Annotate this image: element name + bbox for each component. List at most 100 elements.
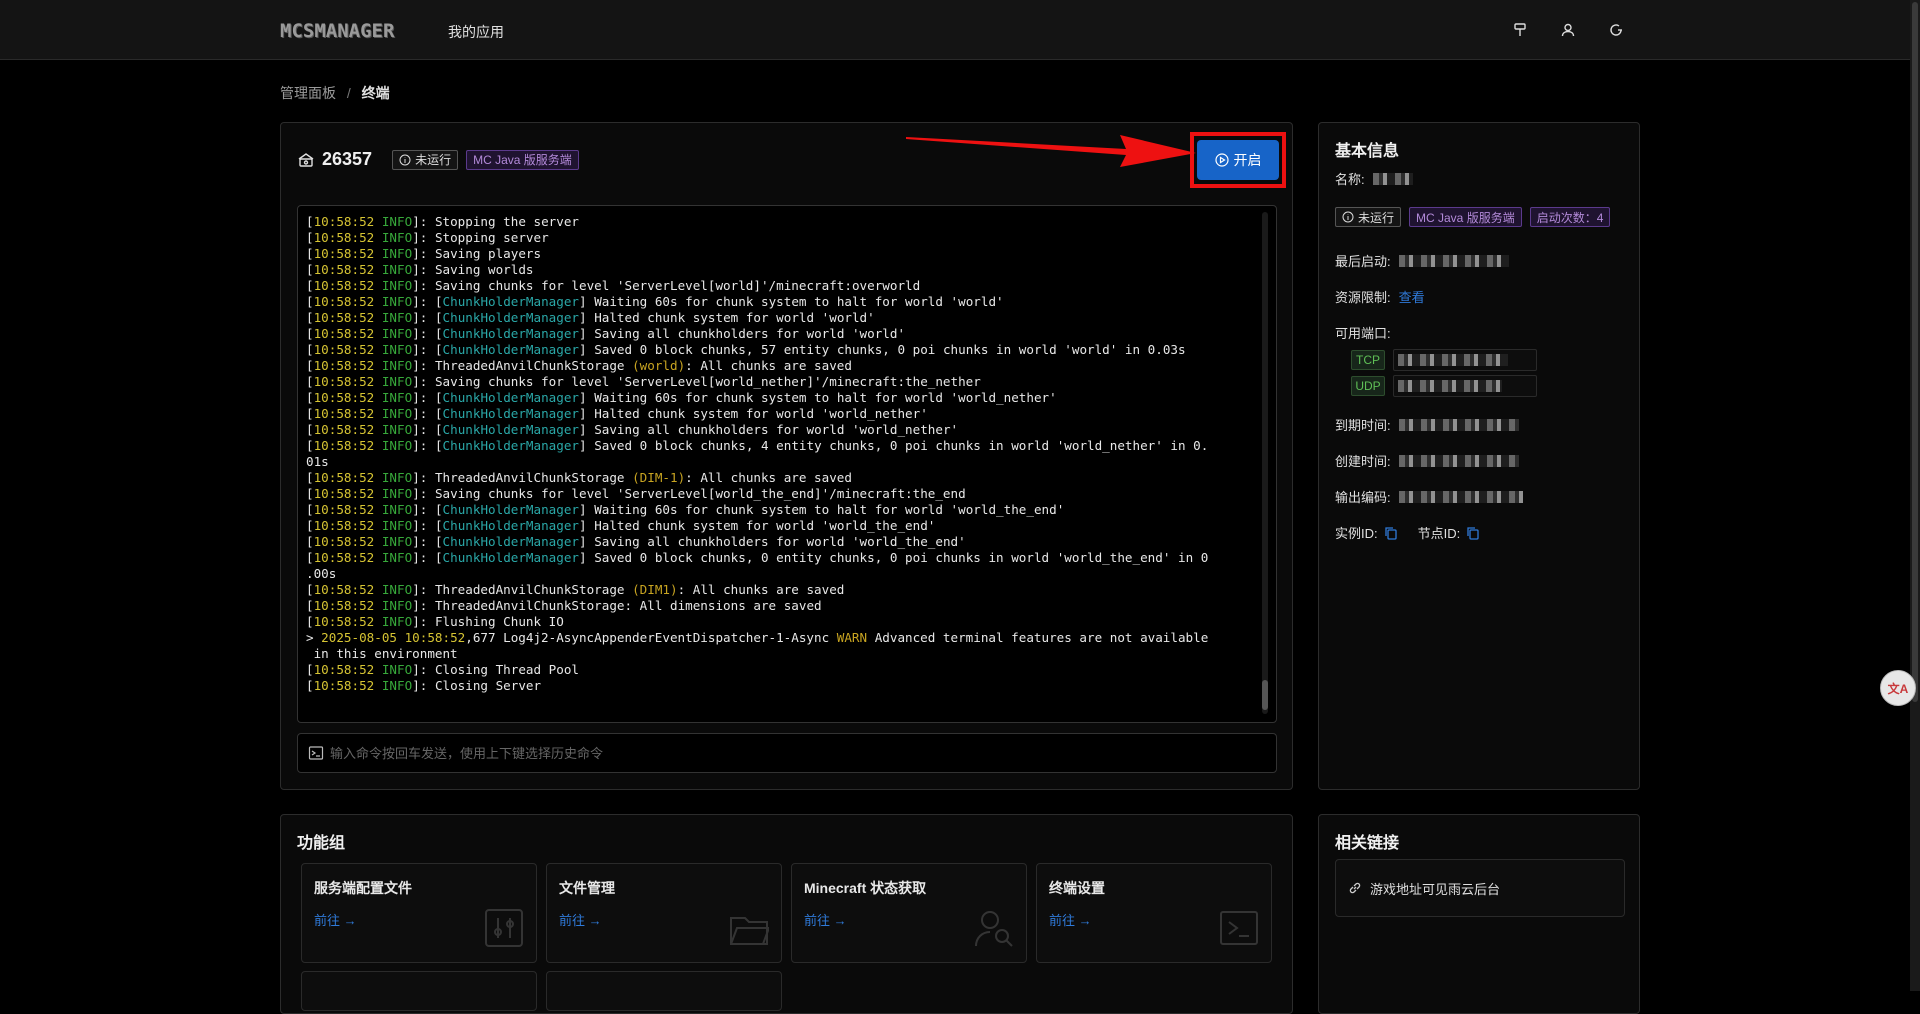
function-item-go-link[interactable]: 前往 → [1049,910,1092,929]
instance-header: 26357 未运行 MC Java 版服务端 [297,149,587,170]
log-time: 10:58:52 [313,662,375,677]
console-lines: [10:58:52 INFO]: Stopping the server [10:… [306,214,1256,694]
function-item-row2[interactable] [301,971,537,1011]
log-time: 10:58:52 [313,422,375,437]
log-tag: ChunkHolderManager [442,310,580,325]
console-line: [10:58:52 INFO]: [ChunkHolderManager] Sa… [306,342,1186,357]
console-output[interactable]: [10:58:52 INFO]: Stopping the server [10:… [297,205,1277,723]
console-line: [10:58:52 INFO]: [ChunkHolderManager] Sa… [306,534,966,549]
tcp-port-value[interactable] [1393,349,1537,371]
function-item-title: 文件管理 [559,880,615,896]
related-link-item[interactable]: 游戏地址可见雨云后台 [1335,859,1625,917]
copy-icon[interactable] [1384,526,1398,540]
console-scroll-thumb[interactable] [1262,680,1268,710]
related-links-card: 相关链接 游戏地址可见雨云后台 [1318,814,1640,1014]
log-time: 10:58:52 [313,598,375,613]
console-line: [10:58:52 INFO]: Saving worlds [306,262,534,277]
udp-port-value[interactable] [1393,375,1537,397]
log-time: 10:58:52 [313,486,375,501]
log-level: INFO [374,502,413,517]
console-line: [10:58:52 INFO]: [ChunkHolderManager] Sa… [306,326,906,341]
redacted-encoding [1398,490,1523,503]
log-level: INFO [374,374,413,389]
log-level: INFO [374,582,413,597]
log-tag: ChunkHolderManager [442,294,580,309]
resource-view-link[interactable]: 查看 [1399,287,1425,306]
log-level: INFO [374,246,413,261]
log-level: INFO [374,230,413,245]
console-line-continuation: in this environment [306,646,458,661]
log-time: 10:58:52 [313,406,375,421]
command-input[interactable] [330,745,1276,761]
log-time: 10:58:52 [313,310,375,325]
tags-row: 未运行 MC Java 版服务端 启动次数：4 [1335,207,1618,227]
console-line: [10:58:52 INFO]: Closing Thread Pool [306,662,579,677]
related-links-title: 相关链接 [1335,835,1400,852]
console-line: [10:58:52 INFO]: [ChunkHolderManager] Sa… [306,422,959,437]
console-line: [10:58:52 INFO]: Saving chunks for level… [306,486,966,501]
red-arrow-annotation [906,135,1196,167]
log-dimension: (world) [632,358,686,373]
log-tag: ChunkHolderManager [442,534,580,549]
udp-tag: UDP [1351,376,1385,396]
log-dimension: (DIM1) [632,582,678,597]
log-level: WARN [836,630,868,645]
console-scrollbar[interactable] [1262,212,1268,714]
breadcrumb-root[interactable]: 管理面板 [280,85,336,101]
function-item-terminal-settings[interactable]: 终端设置 前往 → [1036,863,1272,963]
log-time: 10:58:52 [313,342,375,357]
log-level: INFO [374,406,413,421]
translate-float-button[interactable]: 文A [1880,670,1916,706]
console-line: [10:58:52 INFO]: ThreadedAnvilChunkStora… [306,598,822,613]
log-time: 10:58:52 [313,374,375,389]
user-icon[interactable] [1558,20,1578,40]
page-scrollbar[interactable] [1910,0,1920,991]
console-line: [10:58:52 INFO]: [ChunkHolderManager] Wa… [306,502,1065,517]
app-logo[interactable]: MCSMANAGER [280,20,394,42]
console-line: [10:58:52 INFO]: [ChunkHolderManager] Ha… [306,406,928,421]
function-item-file-manager[interactable]: 文件管理 前往 → [546,863,782,963]
function-group-card: 功能组 服务端配置文件 前往 → 文件管理 前往 → Minecraft 状态获… [280,814,1293,1014]
console-line: [10:58:52 INFO]: [ChunkHolderManager] Ha… [306,310,875,325]
console-line: [10:58:52 INFO]: Flushing Chunk IO [306,614,564,629]
basic-info-card: 基本信息 名称: 未运行 MC Java 版服务端 启动次数：4 最后启动: 资… [1318,122,1640,790]
log-level: INFO [374,278,413,293]
nav-my-apps[interactable]: 我的应用 [448,22,504,42]
command-input-box[interactable] [297,733,1277,773]
log-dimension: (DIM-1) [632,470,686,485]
log-level: INFO [374,486,413,501]
log-level: INFO [374,358,413,373]
function-item-minecraft-status[interactable]: Minecraft 状态获取 前往 → [791,863,1027,963]
logout-icon[interactable] [1606,20,1626,40]
play-circle-icon [1214,153,1229,167]
folder-icon [730,917,769,945]
log-time: 10:58:52 [313,614,375,629]
ports-label: 可用端口: [1335,326,1391,341]
function-item-title: Minecraft 状态获取 [804,880,927,896]
created-row: 创建时间: [1335,451,1519,470]
log-time: 10:58:52 [313,326,375,341]
info-circle-icon [1342,211,1354,223]
breadcrumb-current: 终端 [361,85,390,101]
resource-label: 资源限制: [1335,290,1391,305]
function-item-server-config[interactable]: 服务端配置文件 前往 → [301,863,537,963]
function-item-go-link[interactable]: 前往 → [314,910,357,929]
status-badge: 未运行 [392,149,459,170]
log-tag: ChunkHolderManager [442,390,580,405]
log-time: 10:58:52 [313,550,375,565]
console-line: [10:58:52 INFO]: Saving chunks for level… [306,278,921,293]
terminal-icon [1220,911,1258,945]
function-item-go-link[interactable]: 前往 → [804,910,847,929]
top-bar: MCSMANAGER 我的应用 [0,0,1920,60]
log-time: 10:58:52 [313,678,375,693]
copy-icon[interactable] [1466,526,1480,540]
console-line: [10:58:52 INFO]: ThreadedAnvilChunkStora… [306,470,852,485]
function-item-go-link[interactable]: 前往 → [559,910,602,929]
instance-name: 26357 [322,149,373,169]
log-tag: ChunkHolderManager [442,342,580,357]
start-button[interactable]: 开启 [1197,140,1279,180]
log-level: INFO [374,422,413,437]
function-item-row2[interactable] [546,971,782,1011]
brush-icon[interactable] [1510,20,1530,40]
page-scroll-thumb[interactable] [1912,2,1918,702]
